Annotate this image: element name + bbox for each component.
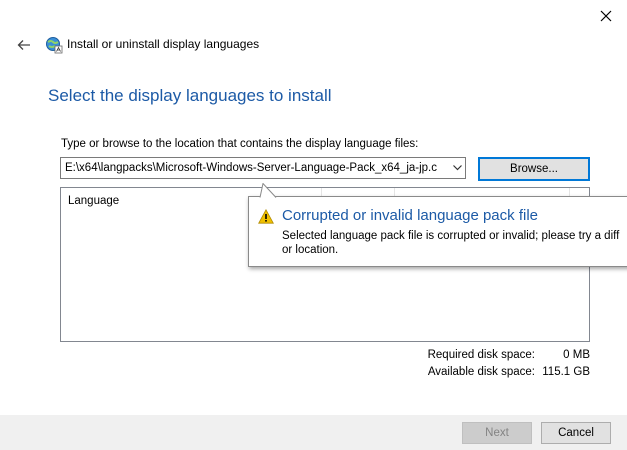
footer-bar: Next Cancel — [0, 415, 627, 450]
path-combobox[interactable]: E:\x64\langpacks\Microsoft-Windows-Serve… — [60, 157, 466, 179]
warning-icon — [258, 208, 274, 229]
tooltip-pointer — [259, 183, 277, 198]
cancel-button[interactable]: Cancel — [541, 422, 611, 444]
path-label: Type or browse to the location that cont… — [61, 138, 419, 150]
window-title: Install or uninstall display languages — [67, 37, 260, 51]
path-value: E:\x64\langpacks\Microsoft-Windows-Serve… — [65, 162, 438, 174]
tooltip-body-line: Selected language pack file is corrupted… — [282, 230, 620, 242]
tooltip-body: Selected language pack file is corrupted… — [282, 229, 627, 257]
required-space-label: Required disk space: — [427, 349, 535, 361]
available-space-label: Available disk space: — [427, 366, 535, 378]
browse-button[interactable]: Browse... — [478, 157, 590, 181]
back-arrow-icon — [17, 40, 30, 50]
tooltip-title: Corrupted or invalid language pack file — [282, 207, 538, 224]
available-space-value: 115.1 GB — [542, 366, 590, 378]
back-button[interactable] — [12, 34, 36, 56]
required-space-value: 0 MB — [563, 349, 590, 361]
globe-language-icon — [45, 36, 63, 54]
chevron-down-icon[interactable] — [449, 165, 465, 171]
close-button[interactable] — [592, 4, 620, 28]
page-title: Select the display languages to install — [48, 86, 332, 105]
error-tooltip: Corrupted or invalid language pack file … — [248, 196, 627, 267]
next-button[interactable]: Next — [462, 422, 532, 444]
close-icon — [600, 10, 612, 22]
column-header-language[interactable]: Language — [68, 195, 119, 207]
tooltip-body-line: or location. — [282, 244, 339, 256]
